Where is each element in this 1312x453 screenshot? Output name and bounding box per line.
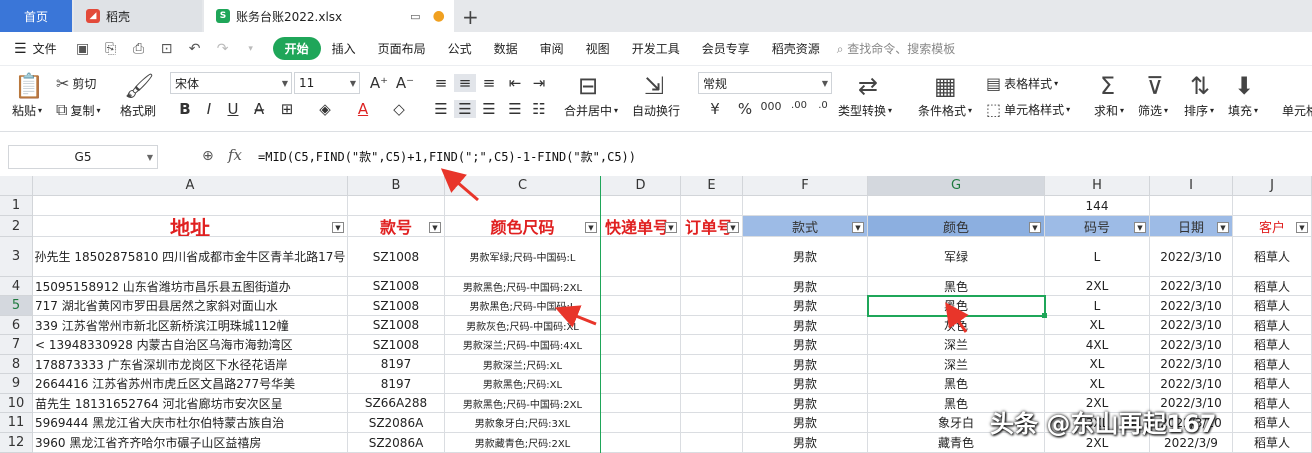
arrow-color-size: [554, 305, 597, 328]
arrow-formula: [440, 168, 479, 202]
arrow-color: [945, 302, 969, 333]
watermark: 头条 @东山再起167: [990, 410, 1217, 438]
annotation-arrows: [440, 168, 969, 333]
